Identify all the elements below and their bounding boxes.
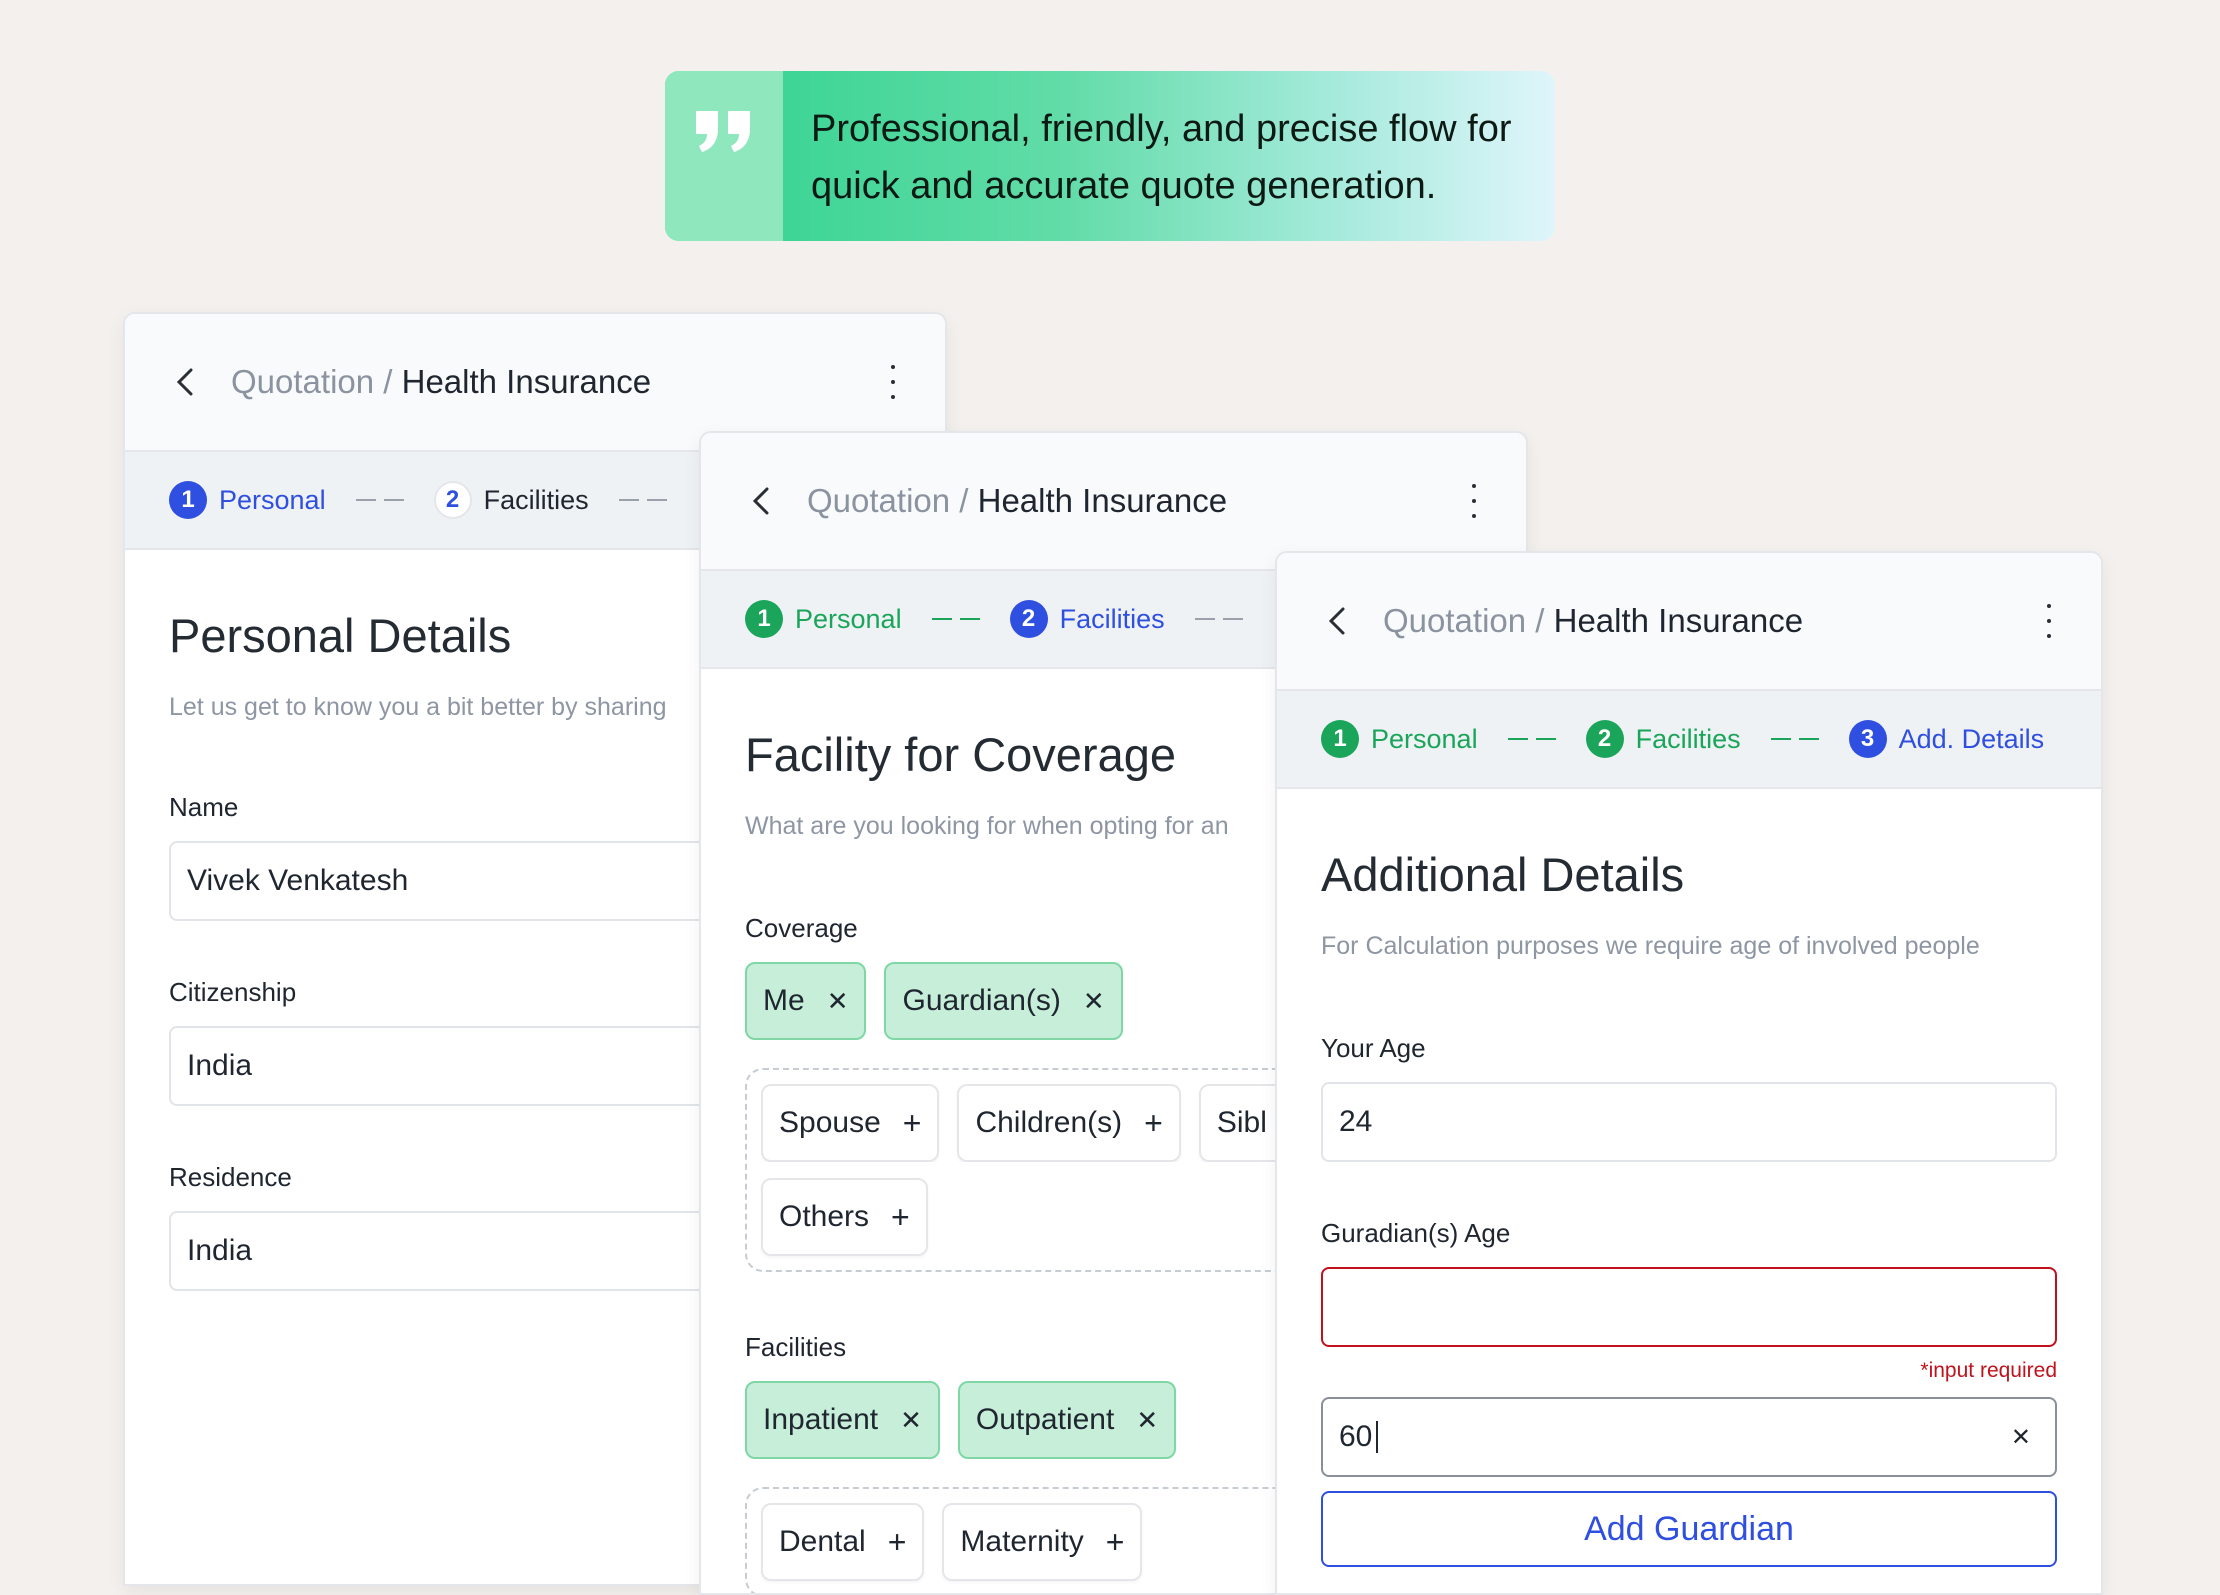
step-connector <box>1770 738 1819 740</box>
coverage-chip-selected[interactable]: Guardian(s) ✕ <box>884 962 1123 1040</box>
more-options-icon[interactable] <box>885 365 901 399</box>
coverage-chip-selected[interactable]: Me ✕ <box>745 962 867 1040</box>
breadcrumb-separator: / <box>1535 602 1545 639</box>
card-header: Quotation / Health Insurance <box>1277 553 2101 689</box>
remove-icon[interactable]: ✕ <box>827 986 849 1017</box>
chip-label: Guardian(s) <box>902 984 1061 1017</box>
breadcrumb-current: Health Insurance <box>1553 602 1804 639</box>
input-value: 60 <box>1339 1420 1373 1453</box>
coverage-option-chip[interactable]: Sibl <box>1198 1084 1285 1162</box>
back-arrow-icon[interactable] <box>1327 604 1353 638</box>
chip-label: Sibl <box>1216 1106 1267 1139</box>
remove-icon[interactable]: ✕ <box>900 1405 922 1436</box>
additional-card: Quotation / Health Insurance 1 Personal … <box>1275 551 2103 1595</box>
chip-label: Maternity <box>960 1525 1084 1558</box>
coverage-option-chip[interactable]: Children(s) + <box>957 1084 1181 1162</box>
step-connector <box>355 499 404 501</box>
add-icon: + <box>1144 1104 1163 1141</box>
your-age-input[interactable]: 24 <box>1321 1082 2057 1162</box>
step-number: 2 <box>1585 720 1624 758</box>
breadcrumb: Quotation / Health Insurance <box>807 482 1466 520</box>
page-title: Additional Details <box>1321 848 1685 901</box>
coverage-option-chip[interactable]: Spouse + <box>761 1084 940 1162</box>
card-header: Quotation / Health Insurance <box>701 433 1526 569</box>
facility-chip-selected[interactable]: Outpatient ✕ <box>957 1381 1177 1459</box>
add-icon: + <box>902 1104 922 1141</box>
step-facilities[interactable]: 2 Facilities <box>433 481 589 519</box>
back-arrow-icon[interactable] <box>751 484 777 518</box>
breadcrumb-separator: / <box>383 363 393 400</box>
coverage-option-chip[interactable]: Others + <box>761 1178 928 1256</box>
breadcrumb: Quotation / Health Insurance <box>1383 602 2041 640</box>
breadcrumb-separator: / <box>959 482 969 519</box>
text-cursor <box>1376 1421 1379 1453</box>
step-number: 1 <box>169 481 207 519</box>
guardian-age-input-2[interactable]: 60 ✕ <box>1321 1397 2057 1477</box>
breadcrumb-parent[interactable]: Quotation <box>231 363 374 400</box>
step-personal[interactable]: 1 Personal <box>745 600 902 638</box>
quote-banner: Professional, friendly, and precise flow… <box>665 71 1555 241</box>
step-number: 1 <box>1321 720 1359 758</box>
remove-icon[interactable]: ✕ <box>1136 1405 1158 1436</box>
step-facilities[interactable]: 2 Facilities <box>1585 720 1741 758</box>
remove-icon[interactable]: ✕ <box>1083 986 1105 1017</box>
chip-label: Inpatient <box>763 1403 879 1436</box>
breadcrumb-parent[interactable]: Quotation <box>807 482 950 519</box>
back-arrow-icon[interactable] <box>175 365 201 399</box>
facility-option-chip[interactable]: Maternity + <box>942 1503 1143 1581</box>
step-connector <box>1507 738 1556 740</box>
step-facilities[interactable]: 2 Facilities <box>1009 600 1165 638</box>
breadcrumb-current: Health Insurance <box>977 482 1228 519</box>
quote-mark-icon <box>665 71 783 241</box>
step-add-details[interactable]: 3 Add. Details <box>1848 720 2045 758</box>
breadcrumb: Quotation / Health Insurance <box>231 363 885 401</box>
step-number: 1 <box>745 600 783 638</box>
step-number: 3 <box>1848 720 1887 758</box>
page-subtitle: For Calculation purposes we require age … <box>1321 932 1980 960</box>
chip-label: Children(s) <box>975 1106 1123 1139</box>
add-icon: + <box>1105 1523 1125 1560</box>
add-icon: + <box>887 1523 907 1560</box>
step-label: Facilities <box>483 484 589 515</box>
error-message: *input required <box>1920 1359 2057 1382</box>
step-label: Personal <box>795 603 902 634</box>
add-guardian-button[interactable]: Add Guardian <box>1321 1491 2057 1567</box>
chip-label: Spouse <box>779 1106 881 1139</box>
step-label: Facilities <box>1059 603 1165 634</box>
more-options-icon[interactable] <box>2041 604 2057 638</box>
step-label: Personal <box>219 484 326 515</box>
chip-label: Others <box>779 1200 870 1233</box>
stepper: 1 Personal 2 Facilities 3 Add. Details <box>1277 689 2101 789</box>
quote-text: Professional, friendly, and precise flow… <box>811 108 1512 207</box>
chip-label: Me <box>763 984 805 1017</box>
breadcrumb-current: Health Insurance <box>401 363 652 400</box>
facility-chip-selected[interactable]: Inpatient ✕ <box>745 1381 940 1459</box>
chip-label: Outpatient <box>975 1403 1115 1436</box>
card-header: Quotation / Health Insurance <box>125 314 945 450</box>
add-icon: + <box>891 1198 910 1235</box>
step-label: Add. Details <box>1898 723 2045 754</box>
clear-icon[interactable]: ✕ <box>2011 1423 2031 1452</box>
step-connector <box>618 499 667 501</box>
step-number: 2 <box>433 481 472 519</box>
guardian-age-input[interactable] <box>1321 1267 2057 1347</box>
step-label: Facilities <box>1635 723 1741 754</box>
step-label: Personal <box>1371 723 1478 754</box>
your-age-label: Your Age <box>1321 1033 1426 1063</box>
breadcrumb-parent[interactable]: Quotation <box>1383 602 1526 639</box>
chip-label: Dental <box>779 1525 866 1558</box>
facility-option-chip[interactable]: Dental + <box>761 1503 925 1581</box>
step-personal[interactable]: 1 Personal <box>169 481 326 519</box>
guardian-age-label: Guradian(s) Age <box>1321 1218 1511 1248</box>
step-personal[interactable]: 1 Personal <box>1321 720 1478 758</box>
more-options-icon[interactable] <box>1466 484 1482 518</box>
step-connector <box>1194 618 1243 620</box>
step-connector <box>931 618 980 620</box>
step-number: 2 <box>1009 600 1048 638</box>
